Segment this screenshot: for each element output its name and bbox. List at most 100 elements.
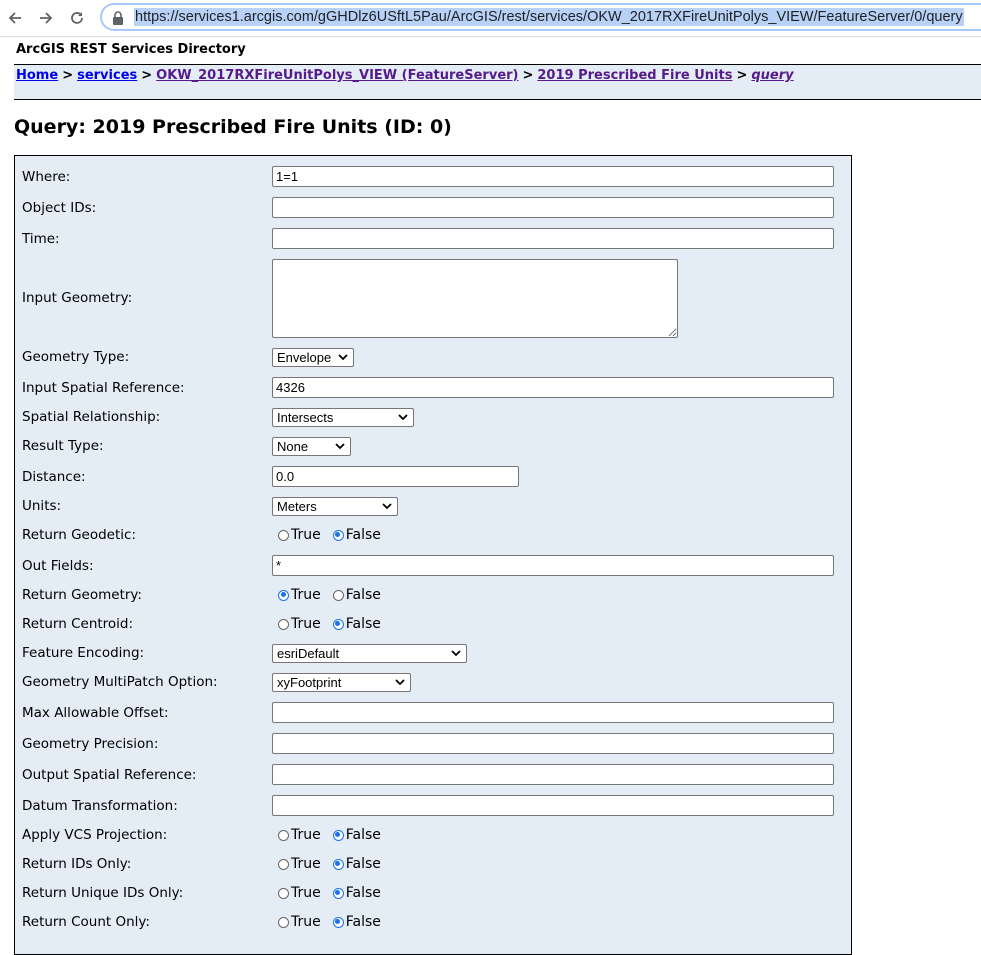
chevron-down-icon	[398, 414, 408, 421]
units-row: Units: Meters	[15, 497, 851, 516]
return-count-only-false[interactable]: False	[332, 914, 381, 930]
feature-encoding-label: Feature Encoding:	[22, 645, 145, 661]
feature-encoding-select[interactable]: esriDefault	[272, 644, 467, 663]
apply-vcs-radio-group: True False	[278, 827, 393, 843]
max-allowable-offset-input[interactable]	[272, 702, 834, 723]
radio-unchecked-icon	[332, 589, 344, 601]
return-ids-only-true[interactable]: True	[278, 856, 321, 872]
input-sr-input[interactable]	[272, 377, 834, 398]
time-label: Time:	[22, 231, 60, 247]
address-bar[interactable]: https://services1.arcgis.com/gGHDlz6USft…	[100, 3, 981, 31]
return-ids-only-radio-group: True False	[278, 856, 393, 872]
spatial-rel-value: Intersects	[277, 410, 334, 425]
return-centroid-radio-group: True False	[278, 616, 393, 632]
radio-unchecked-icon	[278, 916, 289, 928]
datum-transformation-input[interactable]	[272, 795, 834, 816]
out-fields-input[interactable]	[272, 555, 834, 576]
breadcrumb-layer[interactable]: 2019 Prescribed Fire Units	[537, 68, 732, 83]
input-geometry-label: Input Geometry:	[22, 290, 133, 306]
arrow-right-icon	[40, 12, 53, 24]
breadcrumb-separator: >	[141, 68, 153, 83]
max-allowable-offset-label: Max Allowable Offset:	[22, 705, 169, 721]
return-count-only-true[interactable]: True	[278, 914, 321, 930]
url-text[interactable]: https://services1.arcgis.com/gGHDlz6USft…	[134, 8, 964, 26]
multipatch-option-row: Geometry MultiPatch Option: xyFootprint	[15, 673, 851, 692]
breadcrumb-home[interactable]: Home	[16, 68, 58, 83]
browser-toolbar: https://services1.arcgis.com/gGHDlz6USft…	[0, 0, 981, 37]
return-centroid-true[interactable]: True	[278, 616, 321, 632]
chevron-down-icon	[335, 443, 345, 450]
breadcrumb-bar: Home > services > OKW_2017RXFireUnitPolys_VI…	[14, 64, 981, 100]
return-geometry-false[interactable]: False	[332, 587, 381, 603]
chevron-down-icon	[338, 354, 348, 361]
radio-unchecked-icon	[278, 887, 289, 899]
spatial-rel-label: Spatial Relationship:	[22, 409, 161, 425]
radio-checked-icon	[332, 916, 344, 928]
geometry-type-value: Envelope	[277, 350, 332, 365]
result-type-label: Result Type:	[22, 438, 104, 454]
datum-transformation-label: Datum Transformation:	[22, 798, 178, 814]
breadcrumb-separator: >	[736, 68, 748, 83]
units-label: Units:	[22, 498, 62, 514]
radio-unchecked-icon	[278, 529, 289, 541]
result-type-row: Result Type: None	[15, 437, 851, 456]
radio-unchecked-icon	[278, 618, 289, 630]
radio-checked-icon	[332, 887, 344, 899]
spatial-rel-row: Spatial Relationship: Intersects	[15, 408, 851, 427]
return-geometry-label: Return Geometry:	[22, 587, 142, 603]
return-ids-only-label: Return IDs Only:	[22, 856, 132, 872]
chevron-down-icon	[395, 679, 405, 686]
return-ids-only-false[interactable]: False	[332, 856, 381, 872]
return-geometry-true[interactable]: True	[278, 587, 321, 603]
return-unique-ids-only-false[interactable]: False	[332, 885, 381, 901]
input-geometry-textarea[interactable]	[272, 259, 678, 338]
apply-vcs-label: Apply VCS Projection:	[22, 827, 168, 843]
multipatch-option-label: Geometry MultiPatch Option:	[22, 674, 218, 690]
distance-label: Distance:	[22, 469, 86, 485]
result-type-select[interactable]: None	[272, 437, 351, 456]
output-sr-label: Output Spatial Reference:	[22, 767, 197, 783]
object-ids-input[interactable]	[272, 197, 834, 218]
breadcrumb-services[interactable]: services	[77, 68, 137, 83]
return-geodetic-true[interactable]: True	[278, 527, 321, 543]
out-fields-label: Out Fields:	[22, 558, 94, 574]
input-sr-label: Input Spatial Reference:	[22, 380, 185, 396]
spatial-rel-select[interactable]: Intersects	[272, 408, 414, 427]
apply-vcs-false[interactable]: False	[332, 827, 381, 843]
return-unique-ids-only-label: Return Unique IDs Only:	[22, 885, 184, 901]
arrow-left-icon	[8, 12, 21, 24]
feature-encoding-row: Feature Encoding: esriDefault	[15, 644, 851, 663]
geometry-type-select[interactable]: Envelope	[272, 348, 354, 367]
where-label: Where:	[22, 169, 71, 185]
radio-checked-icon	[278, 589, 289, 601]
return-count-only-label: Return Count Only:	[22, 914, 150, 930]
units-value: Meters	[277, 499, 317, 514]
feature-encoding-value: esriDefault	[277, 646, 340, 661]
directory-title: ArcGIS REST Services Directory	[16, 42, 246, 57]
return-geometry-radio-group: True False	[278, 587, 393, 603]
apply-vcs-true[interactable]: True	[278, 827, 321, 843]
breadcrumb: Home > services > OKW_2017RXFireUnitPolys_VI…	[16, 68, 794, 83]
return-geodetic-false[interactable]: False	[332, 527, 381, 543]
multipatch-option-value: xyFootprint	[277, 675, 342, 690]
chevron-down-icon	[451, 650, 461, 657]
units-select[interactable]: Meters	[272, 497, 398, 516]
geometry-precision-input[interactable]	[272, 733, 834, 754]
breadcrumb-query[interactable]: query	[751, 68, 793, 83]
radio-checked-icon	[332, 858, 344, 870]
return-centroid-false[interactable]: False	[332, 616, 381, 632]
reload-button[interactable]	[65, 6, 89, 30]
radio-unchecked-icon	[278, 829, 289, 841]
back-button[interactable]	[3, 6, 27, 30]
geometry-type-row: Geometry Type: Envelope	[15, 348, 851, 367]
return-unique-ids-only-true[interactable]: True	[278, 885, 321, 901]
multipatch-option-select[interactable]: xyFootprint	[272, 673, 411, 692]
distance-input[interactable]	[272, 466, 519, 487]
time-input[interactable]	[272, 228, 834, 249]
breadcrumb-separator: >	[522, 68, 534, 83]
where-input[interactable]	[272, 166, 834, 187]
breadcrumb-feature-server[interactable]: OKW_2017RXFireUnitPolys_VIEW (FeatureSer…	[156, 68, 518, 83]
output-sr-input[interactable]	[272, 764, 834, 785]
forward-button[interactable]	[34, 6, 58, 30]
radio-unchecked-icon	[278, 858, 289, 870]
